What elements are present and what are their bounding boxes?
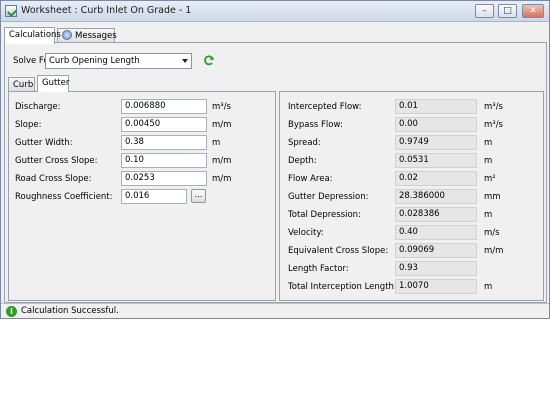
tab-gutter-label: Gutter	[42, 78, 70, 88]
road-cross-slope-input[interactable]: 0.0253	[121, 171, 207, 186]
road-cross-slope-label: Road Cross Slope:	[15, 174, 92, 184]
result-row: Depth: 0.0531 m	[280, 153, 543, 169]
intercepted-flow-unit: m³/s	[484, 102, 503, 112]
info-icon: i	[6, 306, 17, 317]
total-depression-label: Total Depression:	[288, 210, 361, 220]
length-factor-value: 0.93	[395, 261, 477, 276]
flow-area-unit: m²	[484, 174, 496, 184]
tab-calculations-label: Calculations	[9, 30, 61, 40]
result-row: Equivalent Cross Slope: 0.09069 m/m	[280, 243, 543, 259]
bypass-flow-value: 0.00	[395, 117, 477, 132]
tab-curb-label: Curb	[13, 80, 34, 90]
road-cross-slope-unit: m/m	[212, 174, 232, 184]
input-panel: Discharge: 0.006880 m³/s Slope: 0.00450 …	[8, 91, 276, 301]
status-text: Calculation Successful.	[21, 306, 119, 316]
worksheet-app-icon	[5, 5, 17, 17]
slope-unit: m/m	[212, 120, 232, 130]
result-row: Intercepted Flow: 0.01 m³/s	[280, 99, 543, 115]
input-row-road-cross-slope: Road Cross Slope: 0.0253 m/m	[9, 171, 275, 187]
result-row: Length Factor: 0.93	[280, 261, 543, 277]
input-row-roughness: Roughness Coefficient: 0.016 ...	[9, 189, 275, 205]
window-title: Worksheet : Curb Inlet On Grade - 1	[21, 5, 192, 16]
spread-unit: m	[484, 138, 493, 148]
slope-input[interactable]: 0.00450	[121, 117, 207, 132]
result-row: Total Depression: 0.028386 m	[280, 207, 543, 223]
discharge-unit: m³/s	[212, 102, 231, 112]
intercepted-flow-label: Intercepted Flow:	[288, 102, 362, 112]
input-row-gutter-cross-slope: Gutter Cross Slope: 0.10 m/m	[9, 153, 275, 169]
total-depression-value: 0.028386	[395, 207, 477, 222]
depth-value: 0.0531	[395, 153, 477, 168]
tab-messages-label: Messages	[75, 31, 117, 41]
gutter-cross-slope-unit: m/m	[212, 156, 232, 166]
gutter-depression-unit: mm	[484, 192, 501, 202]
gutter-width-label: Gutter Width:	[15, 138, 73, 148]
velocity-label: Velocity:	[288, 228, 324, 238]
discharge-label: Discharge:	[15, 102, 61, 112]
slope-label: Slope:	[15, 120, 42, 130]
result-row: Spread: 0.9749 m	[280, 135, 543, 151]
bypass-flow-unit: m³/s	[484, 120, 503, 130]
gutter-cross-slope-input[interactable]: 0.10	[121, 153, 207, 168]
input-row-discharge: Discharge: 0.006880 m³/s	[9, 99, 275, 115]
gutter-width-unit: m	[212, 138, 221, 148]
depth-label: Depth:	[288, 156, 317, 166]
tab-curb[interactable]: Curb	[8, 77, 35, 91]
tab-gutter[interactable]: Gutter	[37, 75, 69, 92]
flow-area-value: 0.02	[395, 171, 477, 186]
result-row: Total Interception Length: 1.0070 m	[280, 279, 543, 295]
gutter-depression-value: 28.386000	[395, 189, 477, 204]
roughness-browse-button[interactable]: ...	[191, 189, 206, 203]
worksheet-window: Worksheet : Curb Inlet On Grade - 1 – □ …	[0, 0, 550, 319]
discharge-input[interactable]: 0.006880	[121, 99, 207, 114]
spread-label: Spread:	[288, 138, 321, 148]
total-depression-unit: m	[484, 210, 493, 220]
minimize-button[interactable]: –	[475, 4, 494, 18]
status-bar: i Calculation Successful.	[1, 303, 549, 318]
refresh-icon[interactable]	[203, 55, 215, 67]
velocity-value: 0.40	[395, 225, 477, 240]
result-row: Gutter Depression: 28.386000 mm	[280, 189, 543, 205]
gutter-cross-slope-label: Gutter Cross Slope:	[15, 156, 98, 166]
flow-area-label: Flow Area:	[288, 174, 333, 184]
calculations-panel: Solve For: Curb Opening Length Curb Gutt…	[4, 42, 547, 303]
gutter-depression-label: Gutter Depression:	[288, 192, 369, 202]
result-row: Velocity: 0.40 m/s	[280, 225, 543, 241]
spread-value: 0.9749	[395, 135, 477, 150]
intercepted-flow-value: 0.01	[395, 99, 477, 114]
solve-for-select[interactable]: Curb Opening Length	[45, 53, 192, 69]
total-interception-length-unit: m	[484, 282, 493, 292]
total-interception-length-value: 1.0070	[395, 279, 477, 294]
result-row: Bypass Flow: 0.00 m³/s	[280, 117, 543, 133]
close-button[interactable]: ✕	[522, 4, 544, 18]
results-panel: Intercepted Flow: 0.01 m³/s Bypass Flow:…	[279, 91, 544, 301]
solve-for-value: Curb Opening Length	[49, 56, 140, 66]
title-bar[interactable]: Worksheet : Curb Inlet On Grade - 1 – □ …	[1, 1, 549, 22]
gutter-width-input[interactable]: 0.38	[121, 135, 207, 150]
roughness-label: Roughness Coefficient:	[15, 192, 113, 202]
tab-calculations[interactable]: Calculations	[4, 27, 61, 44]
equivalent-cross-slope-unit: m/m	[484, 246, 504, 256]
bypass-flow-label: Bypass Flow:	[288, 120, 343, 130]
input-row-gutter-width: Gutter Width: 0.38 m	[9, 135, 275, 151]
velocity-unit: m/s	[484, 228, 500, 238]
chevron-down-icon	[182, 59, 188, 63]
length-factor-label: Length Factor:	[288, 264, 349, 274]
maximize-button[interactable]: □	[498, 4, 517, 18]
result-row: Flow Area: 0.02 m²	[280, 171, 543, 187]
roughness-input[interactable]: 0.016	[121, 189, 187, 204]
messages-icon	[62, 30, 72, 40]
equivalent-cross-slope-value: 0.09069	[395, 243, 477, 258]
equivalent-cross-slope-label: Equivalent Cross Slope:	[288, 246, 389, 256]
total-interception-length-label: Total Interception Length:	[288, 282, 397, 292]
input-row-slope: Slope: 0.00450 m/m	[9, 117, 275, 133]
depth-unit: m	[484, 156, 493, 166]
